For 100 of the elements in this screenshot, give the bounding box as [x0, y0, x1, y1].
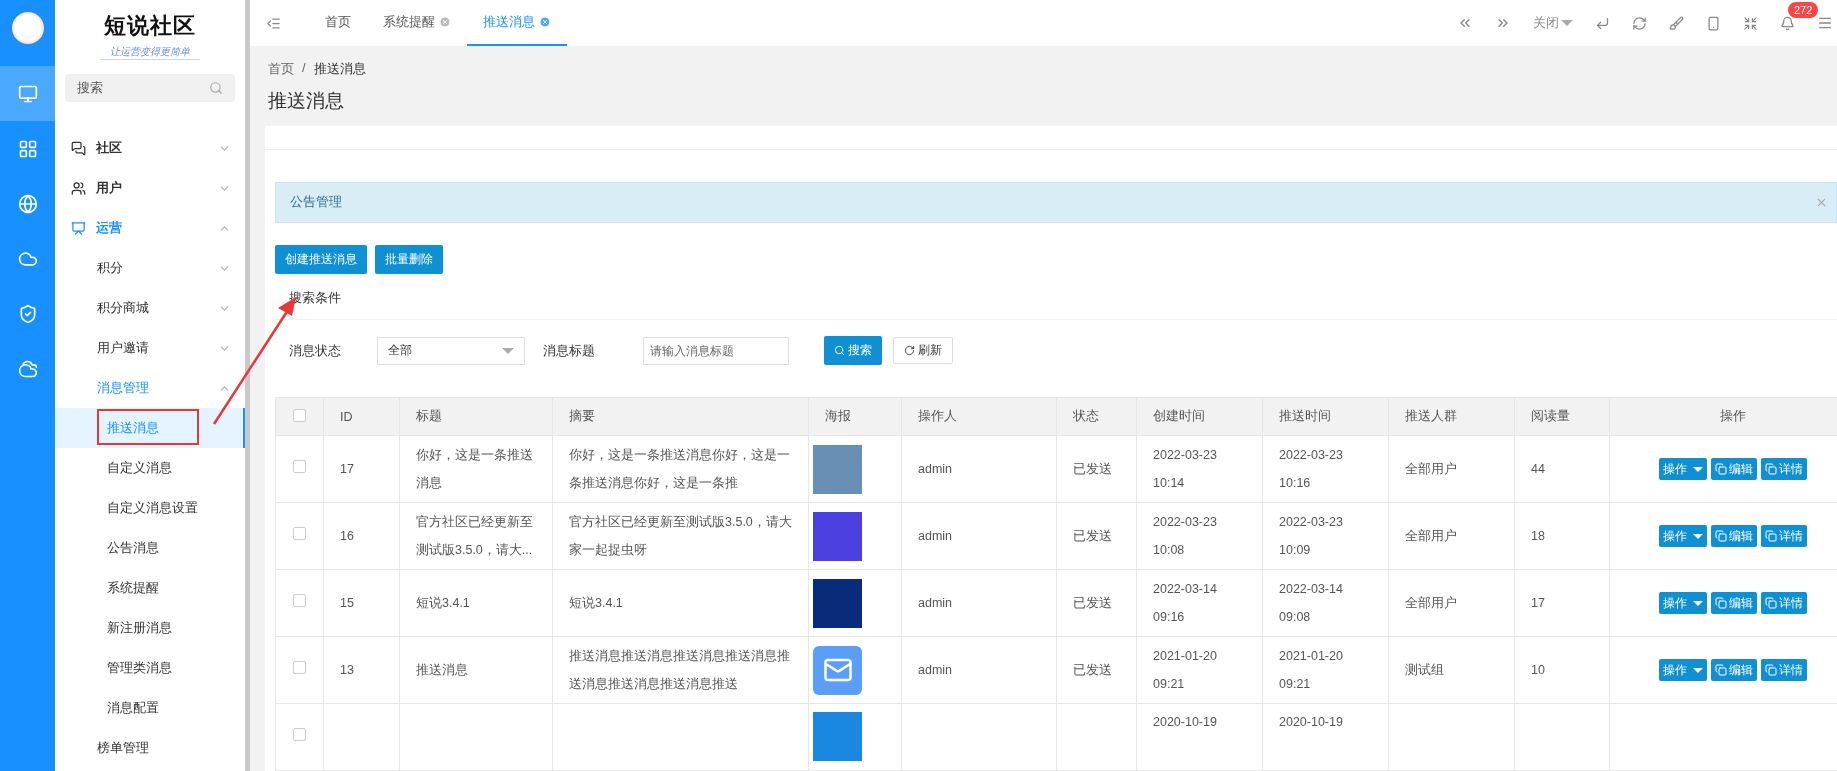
table-cell: 测试组: [1405, 663, 1444, 677]
table-cell: 短说3.4.1: [569, 596, 623, 610]
sidebar-item[interactable]: 用户邀请: [55, 328, 245, 368]
sidebar-item[interactable]: 推送消息: [55, 408, 245, 448]
table-cell: 09:16: [1153, 610, 1185, 624]
photo-placeholder: [813, 511, 862, 561]
close-icon[interactable]: [539, 16, 551, 28]
refresh-button[interactable]: 刷新: [893, 337, 953, 364]
column-header: 创建时间: [1153, 409, 1205, 423]
table-cell: 09:08: [1279, 610, 1311, 624]
sidebar-search-field[interactable]: 搜索: [65, 74, 235, 102]
table-cell: 已发送: [1073, 462, 1112, 476]
table-cell: 全部用户: [1405, 596, 1457, 610]
mail-icon: [813, 645, 862, 695]
breadcrumb-link[interactable]: 首页: [268, 60, 294, 78]
return-icon[interactable]: [1595, 15, 1610, 31]
sidebar-item[interactable]: 自定义消息设置: [55, 488, 245, 528]
sidebar-item[interactable]: 消息配置: [55, 688, 245, 728]
sidebar-item[interactable]: 积分: [55, 248, 245, 288]
sidebar-item[interactable]: 新注册消息: [55, 608, 245, 648]
row-action-button[interactable]: 详情: [1760, 659, 1807, 681]
checkbox[interactable]: [293, 594, 306, 607]
page-tab[interactable]: 推送消息: [467, 0, 567, 46]
table-cell: 10:16: [1279, 476, 1311, 490]
title-input-field[interactable]: 请输入消息标题: [643, 336, 789, 365]
sidebar-item[interactable]: 自定义消息: [55, 448, 245, 488]
table-cell: 官方社区已经更新至测试版3.5.0，请大...: [416, 515, 533, 557]
column-header: 操作人: [918, 409, 957, 423]
copy-icon: [1714, 463, 1727, 475]
column-header: 海报: [825, 409, 851, 423]
copy-icon: [1714, 664, 1727, 676]
search-button[interactable]: 搜索: [824, 336, 882, 365]
checkbox[interactable]: [293, 460, 306, 473]
table-cell: 16: [340, 529, 354, 543]
sidebar-item[interactable]: 用户: [55, 168, 245, 208]
phone-icon[interactable]: [1706, 15, 1721, 31]
close-icon[interactable]: [439, 16, 451, 28]
shrink-icon[interactable]: [1743, 15, 1758, 31]
sidebar-item[interactable]: 运营: [55, 208, 245, 248]
field-label: 消息状态: [289, 341, 342, 360]
avatar[interactable]: [11, 12, 44, 44]
row-action-button[interactable]: 详情: [1760, 458, 1807, 480]
table-cell: 10:09: [1279, 543, 1311, 557]
table-cell: 已发送: [1073, 663, 1112, 677]
table-cell: 2022-03-14: [1279, 582, 1343, 596]
table-cell: 已发送: [1073, 529, 1112, 543]
page-tab[interactable]: 系统提醒: [367, 0, 467, 46]
checkbox[interactable]: [293, 408, 306, 422]
action-dropdown-button[interactable]: 操作: [1658, 592, 1707, 614]
table-cell: 全部用户: [1405, 529, 1457, 543]
page-tab[interactable]: 首页: [309, 0, 367, 46]
sidebar-item[interactable]: 榜单管理: [55, 728, 245, 768]
cloud-icon: [17, 358, 38, 379]
action-dropdown-button[interactable]: 操作: [1658, 458, 1707, 480]
action-button[interactable]: 批量删除: [375, 245, 443, 274]
menu-collapse-icon[interactable]: [266, 15, 281, 31]
row-action-button[interactable]: 编辑: [1710, 458, 1757, 480]
action-button[interactable]: 创建推送消息: [275, 245, 367, 274]
table-cell: 2022-03-23: [1279, 448, 1343, 462]
row-action-button[interactable]: 编辑: [1710, 659, 1757, 681]
row-action-button[interactable]: 编辑: [1710, 592, 1757, 614]
table-cell: 18: [1531, 529, 1545, 543]
action-dropdown-button[interactable]: 操作: [1658, 525, 1707, 547]
checkbox[interactable]: [293, 661, 306, 674]
alert-text: 公告管理: [290, 193, 342, 212]
sidebar-item[interactable]: 系统提醒: [55, 568, 245, 608]
table-cell: 你好，这是一条推送消息你好，这是一条推送消息你好，这是一条推: [569, 448, 790, 490]
close-dropdown[interactable]: 关闭: [1533, 14, 1573, 32]
sidebar-item[interactable]: 积分商城: [55, 288, 245, 328]
rail-nav-item[interactable]: [0, 66, 55, 121]
checkbox[interactable]: [293, 728, 306, 741]
refresh-icon[interactable]: [1632, 15, 1647, 31]
bell-icon[interactable]: [1780, 15, 1795, 31]
table-cell: 推送消息: [416, 663, 468, 677]
row-action-button[interactable]: 详情: [1760, 525, 1807, 547]
checkbox[interactable]: [293, 527, 306, 540]
row-action-button[interactable]: 编辑: [1710, 525, 1757, 547]
copy-icon: [1764, 530, 1777, 542]
copy-icon: [1764, 664, 1777, 676]
action-dropdown-button[interactable]: 操作: [1658, 659, 1707, 681]
status-select[interactable]: 全部: [377, 336, 525, 365]
copy-icon: [1714, 597, 1727, 609]
table-cell: 官方社区已经更新至测试版3.5.0，请大家一起捉虫呀: [569, 515, 792, 557]
broom-icon[interactable]: [1669, 15, 1684, 31]
breadcrumb-link[interactable]: 推送消息: [313, 60, 366, 78]
table-cell: 09:21: [1153, 677, 1185, 691]
row-action-button[interactable]: 详情: [1760, 592, 1807, 614]
brand-slogan: 让运营变得更简单: [100, 44, 200, 60]
refresh-icon: [904, 345, 915, 356]
table-cell: 09:21: [1279, 677, 1311, 691]
sidebar-item[interactable]: 管理类消息: [55, 648, 245, 688]
table-cell: admin: [918, 596, 953, 610]
sidebar-item[interactable]: 消息管理: [55, 368, 245, 408]
sidebar-item[interactable]: 社区: [55, 128, 245, 168]
sidebar-item[interactable]: 公告消息: [55, 528, 245, 568]
table-cell: 2022-03-23: [1153, 515, 1217, 529]
field-label: 消息标题: [543, 341, 596, 360]
table-cell: 2022-03-23: [1279, 515, 1343, 529]
copy-icon: [1714, 530, 1727, 542]
column-header: 状态: [1073, 409, 1099, 423]
